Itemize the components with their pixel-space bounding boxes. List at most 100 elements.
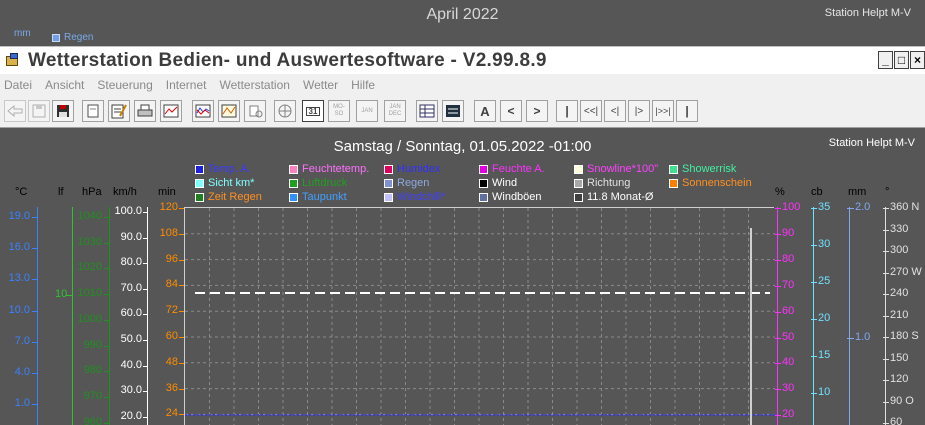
legend-swatch (479, 164, 488, 174)
deg-tick-label: 120 (890, 373, 909, 385)
legend-item[interactable]: Sicht km* (195, 177, 254, 189)
pct-tick-label: 20 (782, 408, 795, 421)
legend-item[interactable]: Luftdruck (289, 177, 347, 189)
temp-tick-label: 1.0 (14, 397, 30, 410)
save-button[interactable] (52, 100, 74, 122)
legend-label: Zeit Regen (208, 191, 262, 203)
week-view-button[interactable]: MO-SO (328, 100, 350, 122)
legend-item[interactable]: Zeit Regen (195, 191, 262, 203)
axis-tick-mark (775, 259, 781, 261)
axis-tick-mark (775, 233, 781, 235)
unit-lf: lf (58, 186, 64, 198)
save-disabled-button[interactable] (28, 100, 50, 122)
hpa-tick-label: 970 (83, 389, 102, 402)
legend-item[interactable]: Humidex (384, 163, 440, 175)
year-view-button[interactable]: JAN DEC (384, 100, 406, 122)
list-view-button[interactable] (416, 100, 438, 122)
print-button[interactable] (134, 100, 156, 122)
axis-tick-mark (883, 337, 889, 338)
kmh-tick-label: 20.0 (120, 409, 142, 422)
legend-swatch (195, 178, 204, 188)
date-heading: Samstag / Sonntag, 01.05.2022 -01:00 (333, 138, 592, 155)
axis-tick-mark (883, 423, 889, 424)
legend-item[interactable]: Temp. A. (195, 163, 251, 175)
unit-mm: mm (848, 186, 867, 198)
step-back-button[interactable]: <| (604, 100, 626, 122)
legend-item[interactable]: Regen (384, 177, 429, 189)
legend-swatch (384, 178, 393, 188)
menu-steuerung[interactable]: Steuerung (97, 78, 152, 92)
axis-tick-mark (775, 337, 781, 339)
legend-label: Humidex (397, 163, 441, 175)
legend-item[interactable]: Windchill* (384, 191, 445, 203)
legend-item[interactable]: Richtung (574, 177, 630, 189)
app-icon[interactable] (4, 52, 22, 69)
chart-button[interactable] (160, 100, 182, 122)
table-view-button[interactable] (82, 100, 104, 122)
legend-item[interactable]: Windböen (479, 191, 542, 203)
lf-axis-line (72, 207, 73, 425)
menu-hilfe[interactable]: Hilfe (351, 78, 375, 92)
unit-pct: % (775, 186, 785, 198)
month-view-label: JAN (361, 107, 373, 114)
legend-label: Showerrisk (682, 163, 737, 175)
legend-item[interactable]: Feuchte A. (479, 163, 545, 175)
multi-graph-button[interactable] (218, 100, 240, 122)
max-min-button[interactable] (442, 100, 464, 122)
min-tick-label: 108 (159, 226, 178, 239)
menu-wetter[interactable]: Wetter (303, 78, 338, 92)
axis-tick-mark (883, 401, 889, 403)
fast-back-button[interactable]: <<| (580, 100, 602, 122)
a-button[interactable]: A (474, 100, 496, 122)
close-button[interactable]: × (910, 51, 925, 69)
window-title: Wetterstation Bedien- und Auswertesoftwa… (28, 49, 547, 71)
back-arrow-button[interactable] (4, 100, 26, 122)
axis-tick-mark (775, 363, 781, 365)
legend-item[interactable]: Wind (479, 177, 517, 189)
legend-label: 11.8 Monat-Ø (587, 191, 654, 203)
cb-tick-label: 25 (818, 275, 831, 287)
menu-internet[interactable]: Internet (166, 78, 207, 92)
station-button[interactable] (244, 100, 266, 122)
axis-tick-mark (883, 251, 889, 252)
fast-forward-button[interactable]: |>>| (652, 100, 674, 122)
prev-button[interactable]: < (500, 100, 522, 122)
min-tick-label: 24 (165, 407, 178, 420)
minimize-button[interactable]: _ (878, 51, 893, 69)
cb-tick-label: 10 (818, 386, 831, 398)
legend-item[interactable]: Sonnenschein (669, 177, 752, 189)
last-button[interactable]: | (676, 100, 698, 122)
axis-tick-mark (775, 208, 781, 209)
title-bar[interactable]: Wetterstation Bedien- und Auswertesoftwa… (0, 46, 925, 74)
legend-label: Taupunkt (302, 191, 347, 203)
plot-area[interactable] (184, 207, 775, 425)
pct-tick-label: 50 (782, 330, 795, 343)
legend-swatch (289, 192, 298, 202)
step-forward-button[interactable]: |> (628, 100, 650, 122)
min-tick-label: 96 (165, 252, 178, 265)
axis-tick-mark (775, 285, 781, 287)
pct-tick-label: 70 (782, 278, 795, 291)
month-view-button[interactable]: JAN (356, 100, 378, 122)
legend-item[interactable]: 11.8 Monat-Ø (574, 191, 653, 203)
axis-tick-mark (775, 415, 781, 417)
legend-item[interactable]: Showerrisk (669, 163, 736, 175)
maximize-button[interactable]: □ (894, 51, 909, 69)
legend-item[interactable]: Feuchtetemp. (289, 163, 369, 175)
edit-data-button[interactable] (108, 100, 130, 122)
day-view-button[interactable]: 31 (302, 100, 324, 122)
hpa-axis-line (109, 207, 110, 425)
graph-view-button[interactable] (192, 100, 214, 122)
kmh-axis-line (147, 207, 148, 425)
menu-ansicht[interactable]: Ansicht (45, 78, 84, 92)
week-view-label: MO-SO (333, 104, 345, 117)
next-button[interactable]: > (526, 100, 548, 122)
menu-datei[interactable]: Datei (4, 78, 32, 92)
first-button[interactable]: | (556, 100, 578, 122)
background-regen-legend: Regen (52, 32, 93, 43)
menu-wetterstation[interactable]: Wetterstation (219, 78, 289, 92)
compass-button[interactable] (274, 100, 296, 122)
kmh-tick-label: 100.0 (114, 205, 142, 217)
legend-item[interactable]: Snowline*100" (574, 163, 658, 175)
legend-item[interactable]: Taupunkt (289, 191, 347, 203)
